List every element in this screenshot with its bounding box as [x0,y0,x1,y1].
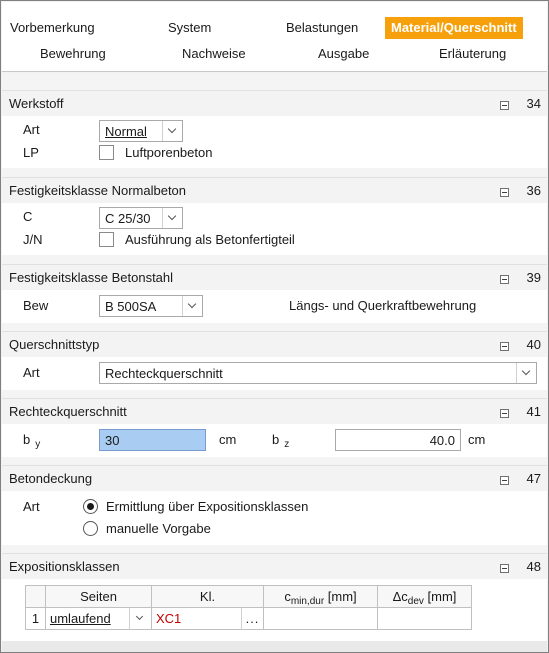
select-value: B 500SA [105,299,157,314]
section-header-normalbeton: Festigkeitsklasse Normalbeton 36 [2,177,547,203]
header-seiten: Seiten [45,585,152,608]
expositionsklassen-table: Seiten Kl. cmin,dur [mm] Δcdev [mm] 1 um… [25,585,472,630]
chevron-down-icon[interactable] [129,608,151,630]
section-body-betonstahl: Bew B 500SA Längs- und Querkraftbewehrun… [2,290,547,323]
table-header-row: Seiten Kl. cmin,dur [mm] Δcdev [mm] [25,585,472,608]
collapse-icon[interactable] [500,188,509,197]
section-header-querschnittstyp: Querschnittstyp 40 [2,331,547,357]
section-title: Expositionsklassen [9,559,120,574]
section-body-querschnittstyp: Art Rechteckquerschnitt [2,357,547,390]
section-header-betonstahl: Festigkeitsklasse Betonstahl 39 [2,264,547,290]
section-number: 40 [526,337,541,352]
section-number: 47 [526,471,541,486]
cmin-cell[interactable] [263,607,378,630]
chevron-down-icon[interactable] [182,296,202,316]
section-header-betondeckung: Betondeckung 47 [2,465,547,491]
section-header-rechteckquerschnitt: Rechteckquerschnitt 41 [2,398,547,424]
section-body-expositionsklassen: Seiten Kl. cmin,dur [mm] Δcdev [mm] 1 um… [2,579,547,641]
jn-label: J/N [23,232,43,247]
kl-cell[interactable]: XC1 ... [151,607,264,630]
collapse-icon[interactable] [500,564,509,573]
select-value: C 25/30 [105,211,151,226]
header-nr [25,585,46,608]
section-title: Festigkeitsklasse Normalbeton [9,183,187,198]
more-button[interactable]: ... [241,608,263,630]
art-label: Art [23,122,40,137]
collapse-icon[interactable] [500,275,509,284]
select-value: Normal [105,124,147,139]
by-unit: cm [219,432,237,447]
werkstoff-art-select[interactable]: Normal [99,120,183,142]
by-label: by [23,432,41,450]
header-dc: Δcdev [mm] [377,585,472,608]
tab-bewehrung[interactable]: Bewehrung [40,43,106,65]
chevron-down-icon[interactable] [516,363,536,383]
tab-ausgabe[interactable]: Ausgabe [318,43,369,65]
querschnittstyp-select[interactable]: Rechteckquerschnitt [99,362,537,384]
row-number: 1 [25,607,46,630]
bz-unit: cm [468,432,486,447]
art-label: Art [23,499,40,514]
section-header-werkstoff: Werkstoff 34 [2,90,547,116]
table-row: 1 umlaufend XC1 ... [25,607,472,630]
bewehrung-note: Längs- und Querkraftbewehrung [289,298,477,313]
section-number: 34 [526,96,541,111]
collapse-icon[interactable] [500,476,509,485]
expositionsklassen-radio[interactable] [83,499,98,514]
collapse-icon[interactable] [500,409,509,418]
luftporenbeton-label: Luftporenbeton [125,145,213,160]
tab-material-querschnitt[interactable]: Material/Querschnitt [385,17,523,39]
tab-belastungen[interactable]: Belastungen [286,17,358,39]
c-label: C [23,209,33,224]
collapse-icon[interactable] [500,342,509,351]
tab-bar: Vorbemerkung System Belastungen Material… [2,2,547,72]
bottom-strip [2,641,547,652]
section-title: Querschnittstyp [9,337,100,352]
kl-value: XC1 [156,611,182,626]
tab-system[interactable]: System [168,17,211,39]
section-number: 36 [526,183,541,198]
section-body-werkstoff: Art Normal LP Luftporenbeton [2,116,547,168]
section-title: Festigkeitsklasse Betonstahl [9,270,174,285]
content-area: Werkstoff 34 Art Normal LP Luftporenbeto… [2,73,547,652]
chevron-down-icon[interactable] [162,121,182,141]
section-number: 41 [526,404,541,419]
select-value: Rechteckquerschnitt [105,366,223,381]
dc-cell[interactable] [377,607,472,630]
collapse-icon[interactable] [500,101,509,110]
section-header-expositionsklassen: Expositionsklassen 48 [2,553,547,579]
bz-label: bz [272,432,290,450]
by-input[interactable] [99,429,206,451]
section-title: Rechteckquerschnitt [9,404,127,419]
tab-vorbemerkung[interactable]: Vorbemerkung [10,17,95,39]
tab-nachweise[interactable]: Nachweise [182,43,246,65]
bz-input[interactable] [335,429,461,451]
bew-label: Bew [23,298,49,313]
section-body-normalbeton: C C 25/30 J/N Ausführung als Betonfertig… [2,203,547,255]
section-title: Betondeckung [9,471,93,486]
expositionsklassen-radio-label: Ermittlung über Expositionsklassen [106,499,309,514]
section-body-betondeckung: Art Ermittlung über Expositionsklassen m… [2,491,547,545]
tab-erlaeuterung[interactable]: Erläuterung [439,43,506,65]
manuelle-vorgabe-radio-label: manuelle Vorgabe [106,521,211,536]
section-number: 39 [526,270,541,285]
section-title: Werkstoff [9,96,64,111]
select-value: umlaufend [50,611,111,626]
luftporenbeton-checkbox[interactable] [99,145,114,160]
section-body-rechteckquerschnitt: by cm bz cm [2,424,547,457]
betonfertigteil-checkbox[interactable] [99,232,114,247]
art-label: Art [23,365,40,380]
betonklasse-select[interactable]: C 25/30 [99,207,183,229]
header-cmin: cmin,dur [mm] [263,585,378,608]
section-number: 48 [526,559,541,574]
header-kl: Kl. [151,585,264,608]
seiten-select[interactable]: umlaufend [45,607,152,630]
window-frame: Vorbemerkung System Belastungen Material… [0,0,549,653]
betonstahl-select[interactable]: B 500SA [99,295,203,317]
chevron-down-icon[interactable] [162,208,182,228]
betonfertigteil-label: Ausführung als Betonfertigteil [125,232,295,247]
lp-label: LP [23,145,39,160]
manuelle-vorgabe-radio[interactable] [83,521,98,536]
